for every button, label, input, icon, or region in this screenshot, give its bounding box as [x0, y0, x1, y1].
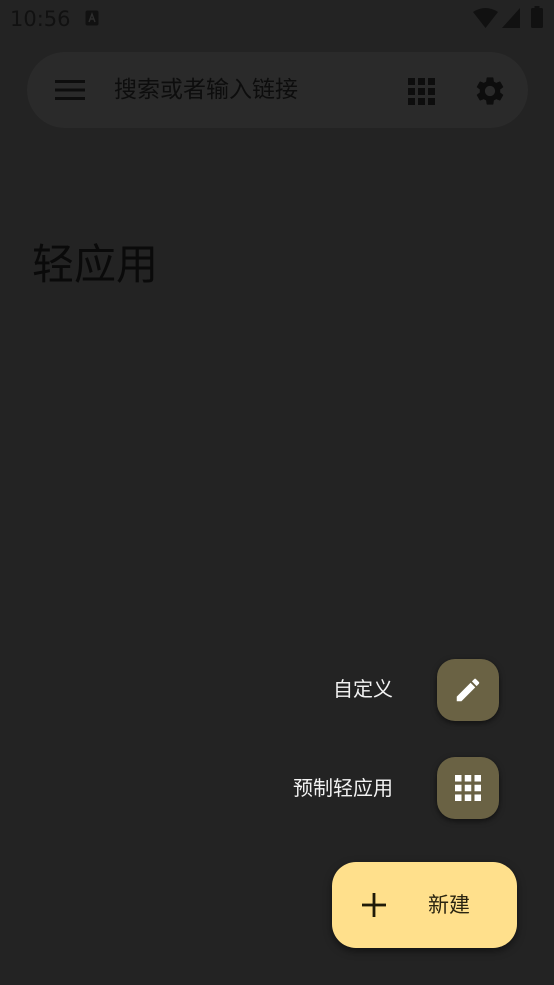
wifi-icon	[473, 8, 498, 28]
custom-button[interactable]	[437, 659, 499, 721]
screen: 10:56 搜索或者输入链接 轻应用 自定义 预制轻应用 新建	[0, 0, 554, 985]
apps-grid-icon[interactable]	[408, 78, 435, 105]
signal-icon	[502, 8, 520, 28]
preset-apps-button[interactable]	[437, 757, 499, 819]
apps-grid-icon	[455, 775, 481, 801]
gear-icon[interactable]	[473, 74, 507, 108]
battery-icon	[531, 6, 543, 28]
menu-icon[interactable]	[55, 77, 85, 103]
plus-icon	[362, 893, 386, 917]
new-button-label: 新建	[428, 893, 470, 917]
app-notification-icon	[85, 10, 99, 26]
speed-dial-label-custom[interactable]: 自定义	[333, 676, 393, 702]
search-input[interactable]: 搜索或者输入链接	[114, 74, 374, 106]
search-bar[interactable]: 搜索或者输入链接	[27, 52, 528, 128]
page-title: 轻应用	[32, 240, 159, 289]
pencil-icon	[456, 678, 480, 702]
new-button[interactable]: 新建	[332, 862, 517, 948]
status-time: 10:56	[10, 7, 71, 31]
status-bar: 10:56	[0, 0, 554, 38]
speed-dial-label-preset[interactable]: 预制轻应用	[293, 775, 393, 801]
